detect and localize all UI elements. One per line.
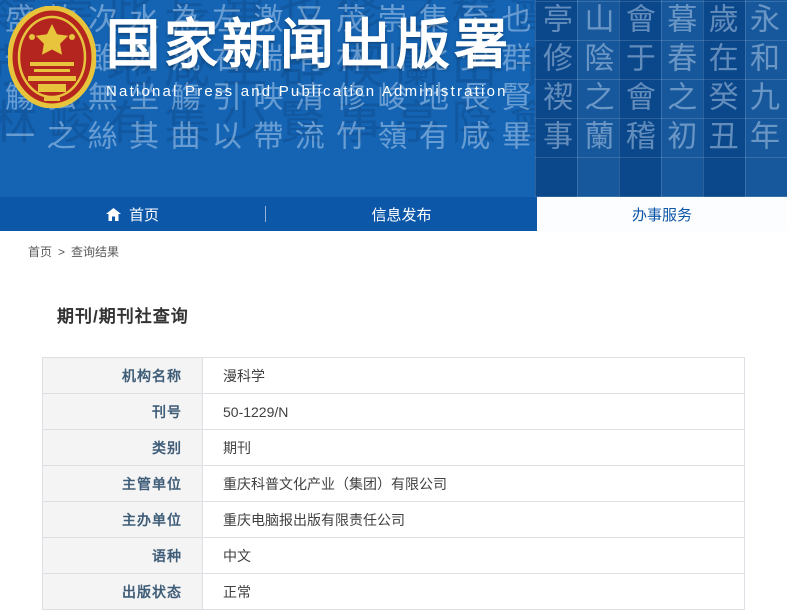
breadcrumb-separator: > [58,244,66,259]
nav-item-info[interactable]: 信息发布 [266,197,537,231]
national-emblem-icon [7,5,97,113]
row-label: 类别 [42,429,203,466]
table-row: 刊号 50-1229/N [42,393,745,430]
site-header: 永和九年歲在癸丑暮春之初會于會稽山陰之蘭亭修禊事也群賢畢至少長咸集此地有崇山峻嶺… [0,0,787,197]
row-label: 出版状态 [42,573,203,610]
page-title: 期刊/期刊社查询 [57,307,189,326]
row-value: 中文 [202,537,745,574]
row-label: 机构名称 [42,357,203,394]
row-value: 重庆电脑报出版有限责任公司 [202,501,745,538]
main-nav: 首页 信息发布 办事服务 [0,197,787,231]
nav-item-label: 首页 [128,206,159,224]
row-value: 50-1229/N [202,393,745,430]
row-label: 语种 [42,537,203,574]
row-value: 期刊 [202,429,745,466]
breadcrumb: 首页 > 查询结果 [0,231,787,272]
site-subtitle: National Press and Publication Administr… [106,83,508,101]
table-row: 类别 期刊 [42,429,745,466]
row-value: 重庆科普文化产业（集团）有限公司 [202,465,745,502]
table-row: 机构名称 漫科学 [42,357,745,394]
tile-wall-text: 永和九年歲在癸丑暮春之初會于會稽山陰之蘭亭修禊事也群賢畢至少長咸集此地有崇山峻嶺… [0,3,779,159]
site-title: 国家新闻出版署 [106,15,512,75]
periodical-info-table: 机构名称 漫科学 刊号 50-1229/N 类别 期刊 主管单位 重庆科普文化产… [42,357,745,610]
home-icon [105,207,121,221]
site-brand: 国家新闻出版署 National Press and Publication A… [0,0,512,113]
row-value: 正常 [202,573,745,610]
row-value: 漫科学 [202,357,745,394]
site-titles: 国家新闻出版署 National Press and Publication A… [106,14,512,100]
table-row: 语种 中文 [42,537,745,574]
table-row: 出版状态 正常 [42,573,745,610]
row-label: 主管单位 [42,465,203,502]
table-row: 主办单位 重庆电脑报出版有限责任公司 [42,501,745,538]
nav-item-label: 办事服务 [631,206,692,224]
breadcrumb-current: 查询结果 [71,245,120,259]
calligraphy-tile-wall: 永和九年歲在癸丑暮春之初會于會稽山陰之蘭亭修禊事也群賢畢至少長咸集此地有崇山峻嶺… [0,0,787,197]
row-label: 主办单位 [42,501,203,538]
nav-item-label: 信息发布 [371,206,432,224]
nav-item-services[interactable]: 办事服务 [537,197,787,231]
table-row: 主管单位 重庆科普文化产业（集团）有限公司 [42,465,745,502]
row-label: 刊号 [42,393,203,430]
main-content: 期刊/期刊社查询 机构名称 漫科学 刊号 50-1229/N 类别 期刊 主管单… [0,272,787,610]
breadcrumb-home-link[interactable]: 首页 [28,243,52,260]
nav-item-home[interactable]: 首页 [0,197,265,231]
